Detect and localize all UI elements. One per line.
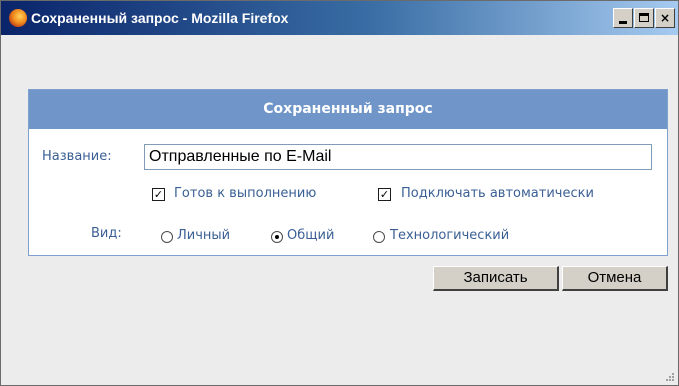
- firefox-icon: [9, 9, 27, 27]
- window-title: Сохраненный запрос - Mozilla Firefox: [31, 10, 289, 26]
- panel-header: Сохраненный запрос: [29, 90, 667, 129]
- radio-shared[interactable]: [271, 231, 283, 243]
- radio-technological[interactable]: [373, 231, 385, 243]
- close-icon: ×: [659, 11, 671, 25]
- auto-connect-checkbox-label: Подключать автоматически: [401, 186, 594, 201]
- browser-window: Сохраненный запрос - Mozilla Firefox × С…: [0, 0, 679, 386]
- view-label: Вид:: [91, 226, 122, 241]
- radio-personal[interactable]: [161, 231, 173, 243]
- save-button[interactable]: Записать: [433, 266, 559, 291]
- cancel-button[interactable]: Отмена: [562, 266, 668, 291]
- minimize-button[interactable]: [613, 8, 633, 28]
- radio-shared-label: Общий: [287, 228, 335, 243]
- ready-checkbox[interactable]: ✓: [152, 188, 165, 201]
- close-button[interactable]: ×: [655, 8, 675, 28]
- saved-query-panel: Сохраненный запрос Название: ✓ Готов к в…: [28, 89, 668, 256]
- title-bar[interactable]: Сохраненный запрос - Mozilla Firefox ×: [1, 1, 678, 35]
- ready-checkbox-label: Готов к выполнению: [174, 186, 317, 201]
- name-input[interactable]: [144, 144, 652, 170]
- minimize-icon: [619, 21, 627, 24]
- name-label: Название:: [42, 149, 112, 164]
- maximize-button[interactable]: [634, 8, 654, 28]
- auto-connect-checkbox[interactable]: ✓: [378, 188, 391, 201]
- resize-grip-icon[interactable]: [664, 371, 674, 381]
- radio-technological-label: Технологический: [390, 228, 510, 243]
- radio-personal-label: Личный: [177, 228, 231, 243]
- maximize-icon: [639, 13, 649, 22]
